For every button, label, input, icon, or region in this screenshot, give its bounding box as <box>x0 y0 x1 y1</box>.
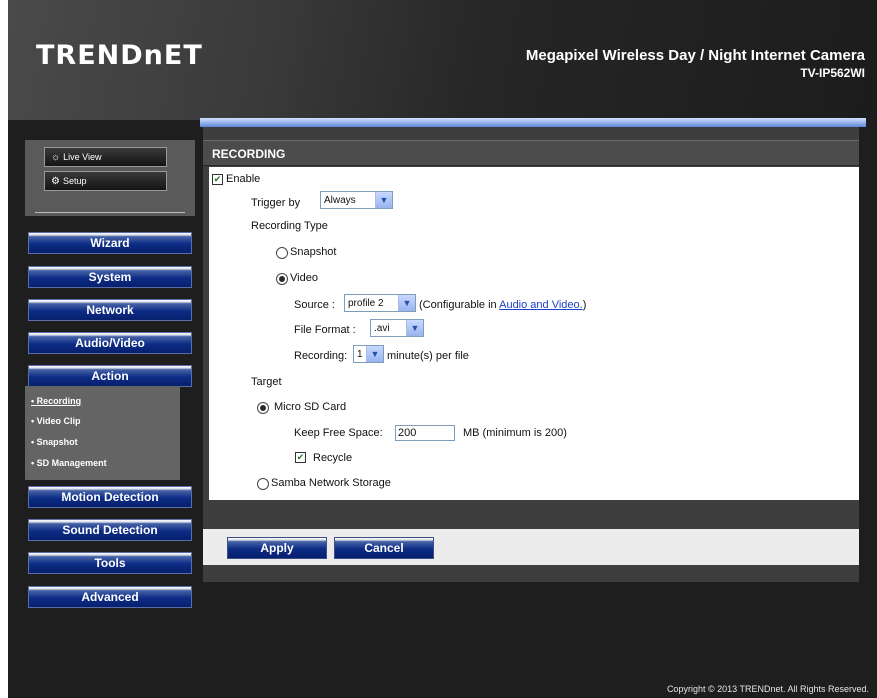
chevron-down-icon: ▼ <box>375 192 392 208</box>
action-submenu: • Recording • Video Clip • Snapshot • SD… <box>25 386 180 480</box>
content-top-bar <box>200 118 866 127</box>
trendnet-logo: TRENDnET <box>36 40 203 71</box>
submenu-video-clip[interactable]: • Video Clip <box>31 416 81 426</box>
recycle-label: Recycle <box>313 452 353 464</box>
divider <box>35 212 185 213</box>
keep-free-input[interactable]: 200 <box>395 425 455 441</box>
snapshot-label: Snapshot <box>290 246 337 258</box>
nav-advanced[interactable]: Advanced <box>28 586 192 608</box>
product-title: Megapixel Wireless Day / Night Internet … <box>525 47 865 64</box>
recording-form: ✔ Enable Trigger by Always ▼ Recording Ty… <box>209 167 859 500</box>
content-panel: RECORDING ✔ Enable Trigger by Always ▼ Re… <box>203 127 859 582</box>
samba-label: Samba Network Storage <box>271 477 391 489</box>
recording-unit: minute(s) per file <box>387 350 469 362</box>
micro-sd-label: Micro SD Card <box>274 401 347 413</box>
source-note: (Configurable in Audio and Video.) <box>419 299 587 311</box>
button-bar: Apply Cancel <box>203 529 859 565</box>
live-view-label: Live View <box>63 152 102 162</box>
video-label: Video <box>290 272 318 284</box>
video-radio[interactable] <box>276 273 288 285</box>
recording-duration-select[interactable]: 1 ▼ <box>353 345 384 363</box>
samba-radio[interactable] <box>257 478 269 490</box>
mode-button-box: ☼ Live View ⚙ Setup <box>25 140 195 216</box>
submenu-snapshot[interactable]: • Snapshot <box>31 437 78 447</box>
keep-free-note: MB (minimum is 200) <box>463 427 567 439</box>
file-format-select[interactable]: .avi ▼ <box>370 319 424 337</box>
recycle-checkbox[interactable]: ✔ <box>295 452 306 463</box>
submenu-recording[interactable]: • Recording <box>31 396 81 406</box>
keep-free-label: Keep Free Space: <box>294 427 383 439</box>
trigger-label: Trigger by <box>251 197 301 209</box>
nav-tools[interactable]: Tools <box>28 552 192 574</box>
file-format-label: File Format : <box>294 324 356 336</box>
product-model: TV-IP562WI <box>800 66 865 80</box>
live-view-button[interactable]: ☼ Live View <box>44 147 167 167</box>
chevron-down-icon: ▼ <box>366 346 383 362</box>
section-title: RECORDING <box>203 140 859 166</box>
micro-sd-radio[interactable] <box>257 402 269 414</box>
eye-icon: ☼ <box>51 151 61 163</box>
nav-motion-detection[interactable]: Motion Detection <box>28 486 192 508</box>
target-label: Target <box>251 376 282 388</box>
enable-checkbox[interactable]: ✔ <box>212 174 223 185</box>
copyright: Copyright © 2013 TRENDnet. All Rights Re… <box>666 684 869 694</box>
trigger-select[interactable]: Always ▼ <box>320 191 393 209</box>
audio-video-link[interactable]: Audio and Video. <box>499 299 583 311</box>
recording-type-label: Recording Type <box>251 220 328 232</box>
setup-label: Setup <box>62 176 87 186</box>
submenu-sd-management[interactable]: • SD Management <box>31 458 107 468</box>
nav-action[interactable]: Action <box>28 365 192 387</box>
setup-button[interactable]: ⚙ Setup <box>44 171 167 191</box>
nav-system[interactable]: System <box>28 266 192 288</box>
recording-duration-label: Recording: <box>294 350 348 362</box>
gear-icon: ⚙ <box>51 175 60 187</box>
nav-wizard[interactable]: Wizard <box>28 232 192 254</box>
source-label: Source : <box>294 299 335 311</box>
nav-network[interactable]: Network <box>28 299 192 321</box>
enable-label: Enable <box>226 173 261 185</box>
sidebar: ☼ Live View ⚙ Setup Wizard System Networ… <box>25 140 195 610</box>
source-select[interactable]: profile 2 ▼ <box>344 294 416 312</box>
header: TRENDnET Megapixel Wireless Day / Night … <box>8 0 877 120</box>
nav-audio-video[interactable]: Audio/Video <box>28 332 192 354</box>
apply-button[interactable]: Apply <box>227 537 327 559</box>
cancel-button[interactable]: Cancel <box>334 537 434 559</box>
chevron-down-icon: ▼ <box>398 295 415 311</box>
chevron-down-icon: ▼ <box>406 320 423 336</box>
snapshot-radio[interactable] <box>276 247 288 259</box>
nav-sound-detection[interactable]: Sound Detection <box>28 519 192 541</box>
